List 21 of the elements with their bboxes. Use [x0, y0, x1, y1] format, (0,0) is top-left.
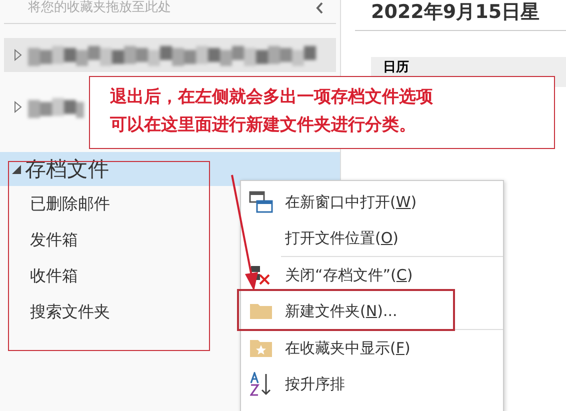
annotation-text: 可以在这里面进行新建文件夹进行分类。: [110, 114, 417, 137]
calendar-label: 日历: [383, 60, 409, 75]
menu-item[interactable]: 在收藏夹中显示(F): [241, 330, 416, 366]
account-row[interactable]: [4, 38, 336, 72]
menu-item[interactable]: 打开文件位置(O): [241, 220, 405, 256]
star-folder-icon: [249, 338, 273, 358]
expand-triangle-icon[interactable]: [14, 101, 22, 113]
menu-item[interactable]: 在新窗口中打开(W): [241, 184, 423, 220]
collapse-chevron-icon[interactable]: [316, 2, 324, 14]
archive-folder[interactable]: 存档文件: [0, 152, 340, 186]
menu-item[interactable]: 按升序排: [241, 366, 351, 402]
sort-icon: [250, 372, 272, 396]
expand-triangle-icon[interactable]: [14, 49, 22, 61]
blurred-account-name: [28, 96, 84, 118]
annotation-text: 退出后，在左侧就会多出一项存档文件选项: [110, 86, 434, 109]
menu-item[interactable]: 新建文件夹(N)...: [241, 293, 404, 329]
folder-icon: [249, 302, 273, 320]
expanded-triangle-icon[interactable]: [12, 164, 21, 174]
favorites-hint: 将您的收藏夹拖放至此处: [28, 0, 171, 16]
date-title: 2022年9月15日星: [355, 0, 566, 31]
windows-icon: [249, 191, 273, 213]
